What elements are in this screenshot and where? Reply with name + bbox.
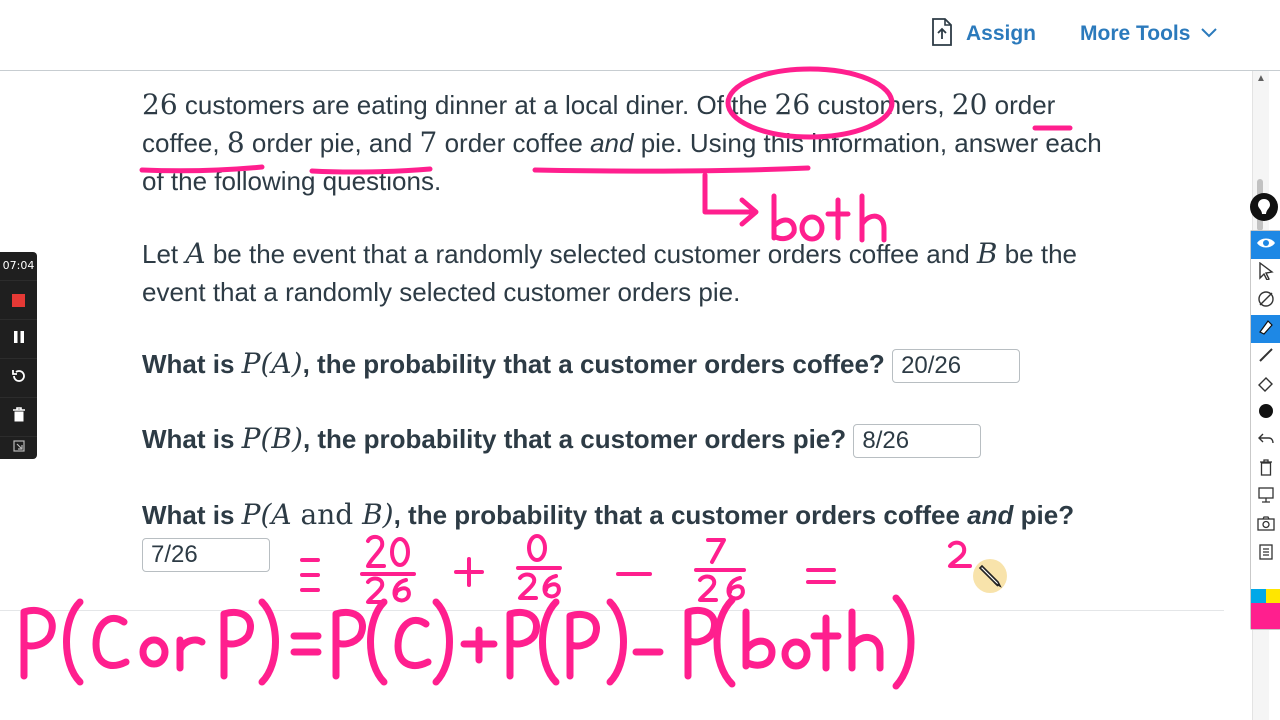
delete-recording-button[interactable] [0, 397, 37, 436]
eye-icon [1256, 236, 1276, 255]
clipboard-tool[interactable] [1251, 539, 1280, 567]
text-emphasis: and [590, 128, 634, 158]
question-math: P(A) [241, 347, 303, 380]
eraser-icon [1257, 374, 1275, 397]
resize-icon [12, 439, 25, 457]
answer-input-3[interactable]: 7/26 [142, 538, 270, 573]
trash-tool[interactable] [1251, 455, 1280, 483]
chevron-down-icon [1200, 25, 1218, 43]
color-swatches [1251, 589, 1280, 629]
stop-recording-button[interactable] [0, 280, 37, 319]
line-icon [1257, 346, 1275, 369]
presentation-tool[interactable] [1251, 483, 1280, 511]
text: be the event that a randomly selected cu… [205, 239, 977, 269]
undo-icon [1257, 431, 1275, 452]
swatch-cyan[interactable] [1251, 589, 1266, 603]
number-total: 26 [774, 88, 811, 121]
camera-tool[interactable] [1251, 511, 1280, 539]
question-text-emphasis: and [967, 500, 1014, 530]
pen-off-icon [1257, 290, 1275, 313]
event-a: A [185, 237, 206, 270]
text: Let [142, 239, 186, 269]
scroll-up-icon[interactable]: ▲ [1253, 71, 1269, 87]
recorder-panel: 07:04 [0, 252, 37, 459]
dot-tool[interactable] [1251, 399, 1280, 427]
stop-icon [12, 293, 25, 307]
pause-button[interactable] [0, 319, 37, 358]
question-math: and [291, 498, 363, 531]
text: order pie, and [244, 128, 420, 158]
presentation-icon [1257, 486, 1275, 509]
text: order coffee [437, 128, 591, 158]
question-math: P(A [241, 498, 292, 531]
text: customers, [810, 90, 952, 120]
problem-paragraph: 26 customers are eating dinner at a loca… [142, 86, 1122, 200]
highlighter-icon [1257, 318, 1275, 341]
more-tools-button[interactable]: More Tools [1080, 18, 1218, 50]
assign-button[interactable]: Assign [930, 17, 1037, 51]
question-text: , the probability that a customer orders… [302, 349, 885, 379]
trash-icon [12, 406, 26, 428]
clipboard-icon [1258, 542, 1274, 565]
document-upload-icon [930, 17, 954, 51]
highlighter-tool[interactable] [1251, 315, 1280, 343]
number-both: 7 [419, 126, 438, 159]
question-text: pie? [1013, 500, 1075, 530]
question-1: What is P(A), the probability that a cus… [142, 345, 1122, 384]
trash-icon [1258, 458, 1274, 481]
line-tool[interactable] [1251, 343, 1280, 371]
question-text: , the probability that a customer orders… [393, 500, 968, 530]
recorder-time: 07:04 [2, 259, 35, 272]
number-total: 26 [142, 88, 178, 121]
question-math: P(B) [241, 422, 303, 455]
annotation-logo-button[interactable] [1248, 192, 1280, 226]
answer-input-1[interactable]: 20/26 [892, 349, 1021, 384]
minimize-recorder-button[interactable] [0, 436, 37, 459]
dot-icon [1258, 403, 1274, 424]
number-pie: 8 [226, 126, 245, 159]
pause-icon [13, 330, 25, 349]
answer-input-2[interactable]: 8/26 [853, 424, 982, 459]
question-text: , the probability that a customer orders… [302, 424, 847, 454]
number-coffee: 20 [951, 88, 988, 121]
question-math: B) [362, 498, 394, 531]
eraser-tool[interactable] [1251, 371, 1280, 399]
swatch-yellow[interactable] [1265, 589, 1280, 603]
eye-tool[interactable] [1251, 231, 1280, 259]
restart-icon [11, 368, 27, 389]
camera-icon [1256, 515, 1275, 536]
question-2: What is P(B), the probability that a cus… [142, 420, 1122, 459]
restart-button[interactable] [0, 358, 37, 397]
annotation-toolbar [1250, 230, 1280, 630]
top-bar: Assign More Tools [0, 0, 1280, 71]
text: customers are eating dinner at a local d… [177, 90, 775, 120]
cursor-icon [1258, 261, 1274, 285]
event-b: B [976, 237, 998, 270]
more-tools-label: More Tools [1080, 22, 1191, 45]
event-definition-paragraph: Let A be the event that a randomly selec… [142, 235, 1122, 311]
undo-tool[interactable] [1251, 427, 1280, 455]
pen-logo-icon [1249, 192, 1279, 227]
question-text: What is [142, 500, 242, 530]
pencil-cursor-icon [973, 559, 1007, 593]
cursor-tool[interactable] [1251, 259, 1280, 287]
swatch-magenta-selected[interactable] [1251, 603, 1280, 629]
assign-label: Assign [966, 22, 1037, 45]
question-text: What is [142, 424, 242, 454]
divider [0, 610, 1224, 611]
question-text: What is [142, 349, 242, 379]
pen-off-tool[interactable] [1251, 287, 1280, 315]
